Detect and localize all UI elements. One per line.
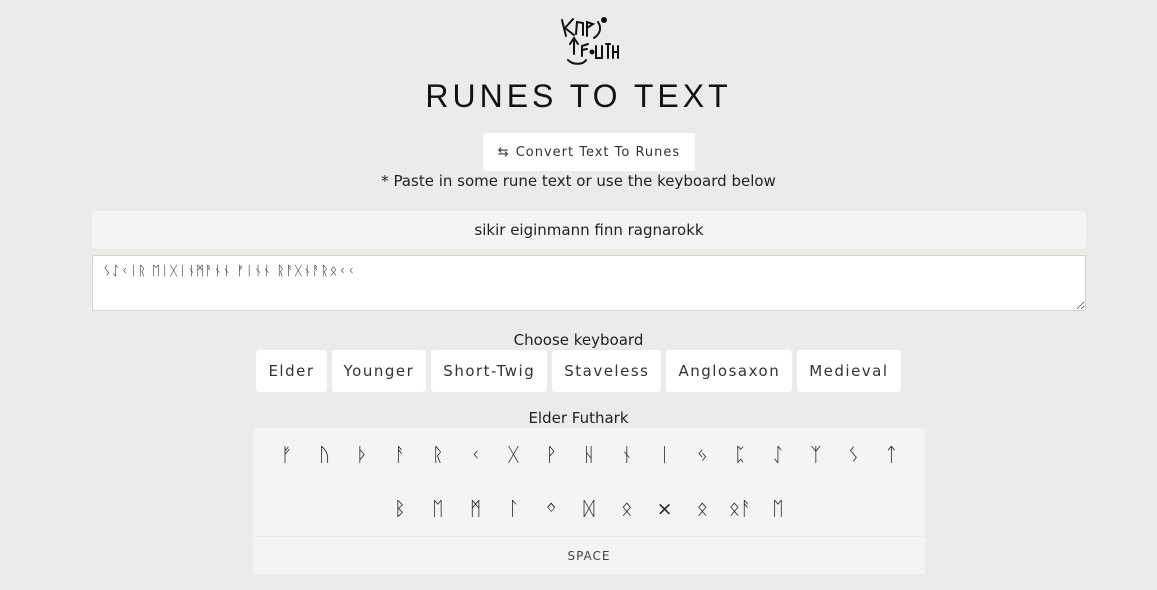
rune-key[interactable]: ᚨ [381,440,419,470]
keyboard-tab-medieval[interactable]: Medieval [797,350,901,392]
convert-button-label: Convert Text To Runes [515,144,681,160]
rune-key[interactable]: ᛊ [835,440,873,470]
rune-key[interactable]: ᚱ [419,440,457,470]
rune-key[interactable]: ᚹ [532,440,570,470]
rune-key[interactable]: ᛉ [797,440,835,470]
keyboard-name: Elder Futhark [528,409,629,427]
choose-keyboard-label: Choose keyboard [513,331,644,349]
rune-key[interactable]: ᛜ [532,494,570,524]
rune-keyboard: ᚠ ᚢ ᚦ ᚨ ᚱ ᚲ ᚷ ᚹ ᚺ ᚾ ᛁ ᛃ ᛈ ᛇ ᛉ ᛊ ᛏ ᛒ ᛖ ᛗ … [253,428,925,574]
rune-key[interactable]: ᛁ [646,440,684,470]
page-title: RUNES TO TEXT [425,78,732,114]
rune-key[interactable]: ᛃ [683,440,721,470]
keyboard-tab-elder[interactable]: Elder [256,350,327,392]
convert-text-to-runes-button[interactable]: ⇆ Convert Text To Runes [483,133,695,171]
keyboard-tab-younger[interactable]: Younger [331,350,427,392]
rune-key[interactable]: ᚠ [268,440,306,470]
logo-icon [561,17,619,65]
keyboard-tab-anglosaxon[interactable]: Anglosaxon [666,350,793,392]
instruction-text: * Paste in some rune text or use the key… [381,172,776,190]
rune-key[interactable]: ᛗ [457,494,495,524]
rune-key[interactable]: ᚺ [570,440,608,470]
rune-key[interactable]: ᛒ [381,494,419,524]
swap-arrows-icon: ⇆ [497,144,510,160]
rune-key[interactable]: ᛟ [608,494,646,524]
rune-key[interactable]: ᛇ [759,440,797,470]
rune-key[interactable]: ᚢ [306,440,344,470]
rune-input-field[interactable] [92,255,1086,311]
rune-key[interactable]: ᛟ [683,494,721,524]
rune-key[interactable]: ᛈ [721,440,759,470]
rune-key[interactable]: × [646,494,684,524]
keyboard-row-1: ᚠ ᚢ ᚦ ᚨ ᚱ ᚲ ᚷ ᚹ ᚺ ᚾ ᛁ ᛃ ᛈ ᛇ ᛉ ᛊ ᛏ [253,440,925,470]
rune-key[interactable]: ᚷ [495,440,533,470]
latin-output: sikir eiginmann finn ragnarokk [92,211,1086,249]
keyboard-tabs: Elder Younger Short-Twig Staveless Anglo… [0,350,1157,392]
keyboard-tab-staveless[interactable]: Staveless [552,350,662,392]
rune-key[interactable]: ᛏ [872,440,910,470]
rune-key[interactable]: ᛟᚨ [721,494,759,524]
rune-key[interactable]: ᚦ [343,440,381,470]
keyboard-row-2: ᛒ ᛖ ᛗ ᛚ ᛜ ᛞ ᛟ × ᛟ ᛟᚨ ᛖ [253,494,925,524]
rune-key[interactable]: ᚲ [457,440,495,470]
rune-key[interactable]: ᚾ [608,440,646,470]
rune-key[interactable]: ᛚ [495,494,533,524]
rune-key[interactable]: ᛞ [570,494,608,524]
space-key[interactable]: SPACE [253,536,925,575]
rune-key[interactable]: ᛖ [759,494,797,524]
keyboard-tab-short-twig[interactable]: Short-Twig [431,350,548,392]
rune-key[interactable]: ᛖ [419,494,457,524]
